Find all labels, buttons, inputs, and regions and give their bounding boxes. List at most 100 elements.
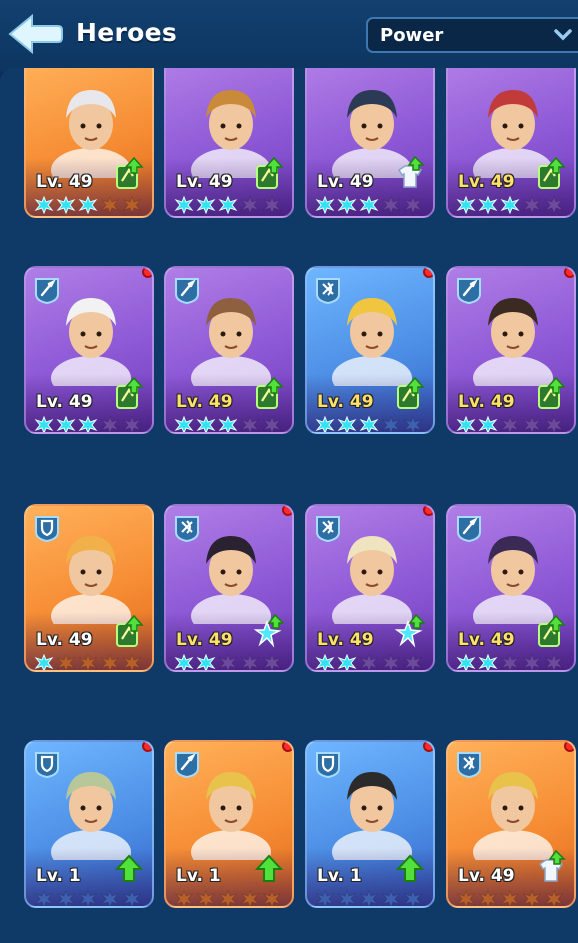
lance-class-icon bbox=[174, 276, 200, 305]
star-empty-icon bbox=[262, 653, 282, 670]
star-filled-icon bbox=[478, 415, 498, 432]
star-empty-icon bbox=[240, 889, 260, 906]
star-filled-icon bbox=[315, 415, 335, 432]
star-rating bbox=[174, 889, 282, 906]
star-filled-icon bbox=[456, 195, 476, 215]
star-empty-icon bbox=[122, 195, 142, 215]
arrow-up-icon[interactable] bbox=[114, 850, 144, 884]
star-rating bbox=[456, 195, 564, 215]
lance-class-icon bbox=[456, 514, 482, 543]
notification-dot bbox=[282, 742, 292, 752]
hero-level: Lv. 49 bbox=[36, 172, 93, 192]
hero-card[interactable]: Lv. 49 bbox=[24, 68, 154, 218]
hero-level: Lv. 49 bbox=[458, 172, 515, 192]
skillbook-icon[interactable] bbox=[114, 614, 144, 648]
star-empty-icon bbox=[500, 653, 520, 670]
hero-level: Lv. 49 bbox=[176, 630, 233, 650]
sort-dropdown-label: Power bbox=[380, 25, 444, 46]
hero-card[interactable]: Lv. 49 bbox=[164, 504, 294, 672]
star-empty-icon bbox=[544, 889, 564, 906]
lance-class-icon bbox=[174, 750, 200, 779]
star-empty-icon bbox=[522, 889, 542, 906]
skillbook-icon[interactable] bbox=[395, 376, 425, 410]
hero-card[interactable]: Lv. 49 bbox=[305, 68, 435, 218]
sort-dropdown[interactable]: Power bbox=[366, 17, 578, 53]
star-filled-icon bbox=[500, 195, 520, 215]
hero-card[interactable]: Lv. 49 bbox=[446, 266, 576, 434]
hero-level: Lv. 49 bbox=[458, 392, 515, 412]
star-rating bbox=[456, 653, 564, 670]
hero-level: Lv. 49 bbox=[176, 172, 233, 192]
star-empty-icon bbox=[522, 195, 542, 215]
star-empty-icon bbox=[403, 653, 423, 670]
hero-card[interactable]: Lv. 49 bbox=[24, 504, 154, 672]
star-empty-icon bbox=[315, 889, 335, 906]
star-rating bbox=[174, 195, 282, 215]
hero-card[interactable]: Lv. 49 bbox=[446, 504, 576, 672]
skillbook-icon[interactable] bbox=[114, 156, 144, 190]
arrow-up-icon[interactable] bbox=[254, 850, 284, 884]
hero-card[interactable]: Lv. 49 bbox=[305, 266, 435, 434]
back-arrow-icon[interactable] bbox=[6, 12, 64, 56]
hero-card[interactable]: Lv. 49 bbox=[164, 68, 294, 218]
hero-level: Lv. 49 bbox=[458, 866, 515, 886]
hero-card[interactable]: Lv. 49 bbox=[164, 266, 294, 434]
star-rating bbox=[315, 653, 423, 670]
star-empty-icon bbox=[522, 653, 542, 670]
star-filled-icon bbox=[196, 195, 216, 215]
star-filled-icon bbox=[218, 195, 238, 215]
hero-list-panel[interactable]: Lv. 49 Lv. 49 Lv. 49 Lv. 49 Lv. 49 Lv. 49 Lv. … bbox=[0, 68, 578, 943]
notification-dot bbox=[142, 742, 152, 752]
star-empty-icon bbox=[403, 195, 423, 215]
hero-card[interactable]: Lv. 49 bbox=[446, 68, 576, 218]
star-filled-icon bbox=[456, 415, 476, 432]
gear-shirt-icon[interactable] bbox=[395, 155, 425, 190]
hero-level: Lv. 49 bbox=[317, 630, 374, 650]
shield-class-icon bbox=[34, 750, 60, 779]
star-rating bbox=[34, 889, 142, 906]
star-filled-icon bbox=[456, 653, 476, 670]
star-empty-icon bbox=[381, 415, 401, 432]
hero-portrait bbox=[188, 524, 274, 638]
star-empty-icon bbox=[240, 195, 260, 215]
hero-portrait bbox=[329, 286, 415, 400]
hero-card[interactable]: Lv. 1 bbox=[24, 740, 154, 908]
star-empty-icon bbox=[78, 653, 98, 670]
star-rating bbox=[174, 653, 282, 670]
hero-card[interactable]: Lv. 1 bbox=[164, 740, 294, 908]
star-filled-icon bbox=[478, 195, 498, 215]
star-empty-icon bbox=[78, 889, 98, 906]
skillbook-icon[interactable] bbox=[536, 156, 566, 190]
arrow-up-icon[interactable] bbox=[395, 850, 425, 884]
skillbook-icon[interactable] bbox=[254, 376, 284, 410]
skillbook-icon[interactable] bbox=[536, 376, 566, 410]
hero-portrait bbox=[329, 760, 415, 874]
hero-card[interactable]: Lv. 49 bbox=[446, 740, 576, 908]
star-filled-icon bbox=[218, 415, 238, 432]
star-empty-icon bbox=[122, 415, 142, 432]
star-filled-icon bbox=[56, 415, 76, 432]
skillbook-icon[interactable] bbox=[254, 156, 284, 190]
star-filled-icon bbox=[337, 653, 357, 670]
star-empty-icon bbox=[240, 415, 260, 432]
hero-portrait bbox=[470, 760, 556, 874]
star-shard-icon[interactable] bbox=[394, 613, 426, 648]
skillbook-icon[interactable] bbox=[536, 614, 566, 648]
notification-dot bbox=[142, 268, 152, 278]
hero-card[interactable]: Lv. 49 bbox=[24, 266, 154, 434]
hero-portrait bbox=[48, 760, 134, 874]
lance-class-icon bbox=[456, 276, 482, 305]
star-rating bbox=[315, 889, 423, 906]
lance-class-icon bbox=[34, 276, 60, 305]
shield-class-icon bbox=[315, 750, 341, 779]
marksman-class-icon bbox=[315, 276, 341, 305]
skillbook-icon[interactable] bbox=[114, 376, 144, 410]
star-shard-icon[interactable] bbox=[253, 613, 285, 648]
star-filled-icon bbox=[196, 653, 216, 670]
notification-dot bbox=[423, 268, 433, 278]
gear-shirt-icon[interactable] bbox=[536, 849, 566, 884]
hero-card[interactable]: Lv. 49 bbox=[305, 504, 435, 672]
hero-card[interactable]: Lv. 1 bbox=[305, 740, 435, 908]
star-filled-icon bbox=[174, 195, 194, 215]
star-empty-icon bbox=[500, 889, 520, 906]
